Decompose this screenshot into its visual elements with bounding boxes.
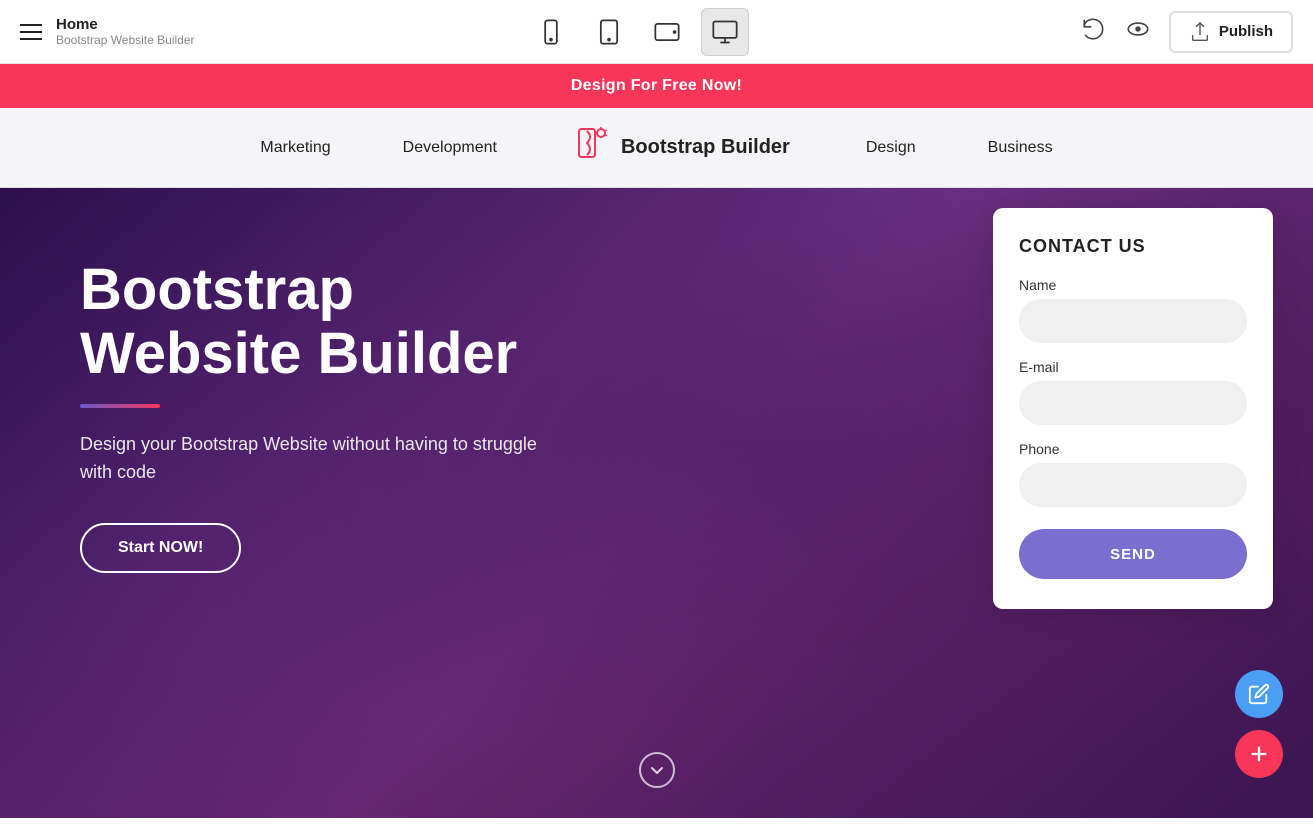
- nav-bar: Marketing Development Bootstrap Builder …: [0, 108, 1313, 188]
- contact-card: CONTACT US Name E-mail Phone SEND: [993, 208, 1273, 609]
- hero-cta-button[interactable]: Start NOW!: [80, 523, 241, 573]
- fab-container: [1235, 670, 1283, 778]
- hero-divider: [80, 404, 160, 408]
- hero-subtitle: Design your Bootstrap Website without ha…: [80, 430, 560, 488]
- contact-phone-label: Phone: [1019, 441, 1247, 457]
- contact-name-input[interactable]: [1019, 299, 1247, 343]
- contact-card-title: CONTACT US: [1019, 236, 1247, 257]
- scroll-down-button[interactable]: [639, 752, 675, 788]
- mobile-view-button[interactable]: [527, 8, 575, 56]
- add-fab-button[interactable]: [1235, 730, 1283, 778]
- contact-email-input[interactable]: [1019, 381, 1247, 425]
- hero-title-line2: Website Builder: [80, 321, 517, 386]
- tablet-landscape-view-button[interactable]: [643, 8, 691, 56]
- home-label: Home: [56, 16, 195, 33]
- contact-send-button[interactable]: SEND: [1019, 529, 1247, 579]
- brand-name: Bootstrap Builder: [621, 136, 790, 159]
- publish-label: Publish: [1219, 23, 1273, 40]
- hero-title: Bootstrap Website Builder: [80, 258, 600, 386]
- app-subtitle: Bootstrap Website Builder: [56, 33, 195, 47]
- nav-link-design[interactable]: Design: [830, 139, 952, 157]
- top-bar-right: Publish: [1081, 11, 1293, 53]
- nav-links-right: Design Business: [830, 139, 1089, 157]
- nav-brand[interactable]: Bootstrap Builder: [573, 125, 790, 170]
- app-title: Home Bootstrap Website Builder: [56, 16, 195, 47]
- nav-links-left: Marketing Development: [224, 139, 533, 157]
- tablet-view-button[interactable]: [585, 8, 633, 56]
- top-bar-left: Home Bootstrap Website Builder: [20, 16, 195, 47]
- promo-banner[interactable]: Design For Free Now!: [0, 64, 1313, 108]
- menu-icon[interactable]: [20, 24, 42, 40]
- nav-link-marketing[interactable]: Marketing: [224, 139, 366, 157]
- desktop-view-button[interactable]: [701, 8, 749, 56]
- hero-title-line1: Bootstrap: [80, 257, 354, 322]
- undo-icon[interactable]: [1081, 16, 1107, 47]
- contact-name-field: Name: [1019, 277, 1247, 343]
- publish-button[interactable]: Publish: [1169, 11, 1293, 53]
- device-switcher: [527, 8, 749, 56]
- contact-phone-input[interactable]: [1019, 463, 1247, 507]
- contact-email-label: E-mail: [1019, 359, 1247, 375]
- nav-link-business[interactable]: Business: [952, 139, 1089, 157]
- hero-section: Bootstrap Website Builder Design your Bo…: [0, 188, 1313, 818]
- contact-phone-field: Phone: [1019, 441, 1247, 507]
- brand-icon: [573, 125, 611, 170]
- nav-link-development[interactable]: Development: [367, 139, 533, 157]
- preview-icon[interactable]: [1125, 16, 1151, 47]
- edit-fab-button[interactable]: [1235, 670, 1283, 718]
- top-bar: Home Bootstrap Website Builder Publ: [0, 0, 1313, 64]
- contact-name-label: Name: [1019, 277, 1247, 293]
- contact-email-field: E-mail: [1019, 359, 1247, 425]
- hero-content: Bootstrap Website Builder Design your Bo…: [0, 188, 680, 643]
- promo-text: Design For Free Now!: [571, 77, 742, 95]
